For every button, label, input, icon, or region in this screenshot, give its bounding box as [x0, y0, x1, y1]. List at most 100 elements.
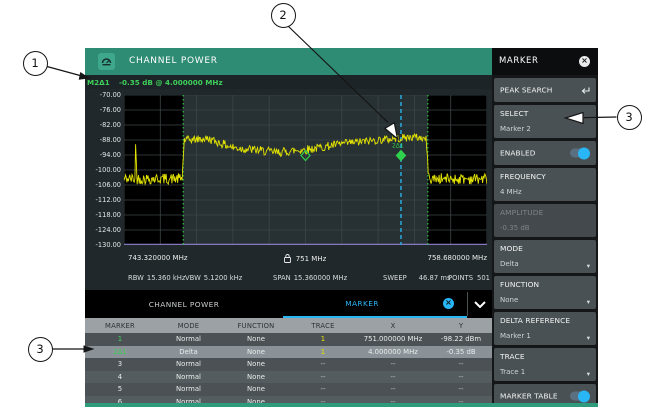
cell-mode: Normal	[155, 396, 222, 404]
marker-readout-id: M2Δ1	[87, 78, 110, 87]
marker-table-row[interactable]: 3NormalNone------	[85, 358, 492, 371]
y-axis-tick-label: -124.00	[85, 226, 121, 234]
callout-3-right-badge: 3	[617, 105, 642, 130]
cell-marker: 4	[85, 371, 155, 384]
y-axis-tick-label: -94.00	[85, 151, 121, 159]
callout-1-badge: 1	[23, 51, 48, 76]
y-axis-tick-label: -82.00	[85, 121, 121, 129]
measurement-area: CHANNEL POWER M2Δ1 -0.35 dB @ 4.000000 M…	[85, 48, 492, 407]
cell-x: --	[356, 396, 430, 404]
cell-y: --	[430, 371, 492, 384]
enabled-toggle[interactable]	[570, 149, 589, 158]
tab-marker-label: MARKER	[345, 299, 379, 308]
chevron-down-icon: ▾	[587, 334, 590, 342]
enter-icon	[580, 81, 590, 100]
cell-y: --	[430, 358, 492, 371]
spectrum-trace-canvas[interactable]: 2Δ1	[124, 95, 487, 245]
panel-button-trace[interactable]: TRACETrace 1▾	[494, 348, 596, 381]
column-header-y: Y	[430, 318, 492, 333]
panel-button-mode-label: MODE	[500, 244, 523, 253]
cell-mode: Normal	[155, 371, 222, 384]
tab-channel-power[interactable]: CHANNEL POWER	[85, 290, 283, 318]
cell-marker: 5	[85, 383, 155, 396]
panel-button-delta-reference-value: Marker 1	[500, 332, 531, 340]
cell-marker: 1	[85, 333, 155, 346]
panel-button-amplitude-label: AMPLITUDE	[500, 208, 543, 217]
stop-frequency-label: 758.680000 MHz	[427, 254, 487, 262]
marker-table-row[interactable]: 6NormalNone------	[85, 396, 492, 404]
panel-button-frequency-value: 4 MHz	[500, 188, 522, 196]
cell-marker: 6	[85, 396, 155, 404]
cell-function: None	[222, 346, 290, 359]
cell-trace: --	[290, 383, 356, 396]
chevron-down-icon: ▾	[587, 262, 590, 270]
y-axis-tick-label: -76.00	[85, 106, 121, 114]
panel-button-select-value: Marker 2	[500, 125, 531, 133]
panel-button-peak-search-label: PEAK SEARCH	[500, 86, 552, 95]
collapse-panel-button[interactable]	[468, 290, 492, 318]
cell-y: -98.22 dBm	[430, 333, 492, 346]
cell-x: --	[356, 358, 430, 371]
panel-button-enabled[interactable]: ENABLED	[494, 141, 596, 165]
lock-icon	[284, 254, 291, 263]
panel-close-icon[interactable]: ×	[579, 56, 590, 67]
cell-mode: Normal	[155, 358, 222, 371]
cell-marker: 2Δ1	[85, 346, 155, 359]
cell-trace: --	[290, 371, 356, 384]
frequency-axis: 743.320000 MHz 751 MHz 758.680000 MHz	[85, 250, 492, 267]
tab-marker-close-icon[interactable]: ×	[443, 298, 454, 309]
cell-function: None	[222, 333, 290, 346]
start-frequency-label: 743.320000 MHz	[128, 254, 188, 262]
panel-button-amplitude: AMPLITUDE-0.35 dB	[494, 204, 596, 237]
cell-function: None	[222, 371, 290, 384]
tab-marker[interactable]: MARKER ×	[283, 290, 467, 318]
y-axis-tick-label: -130.00	[85, 241, 121, 249]
chevron-down-icon: ▾	[587, 298, 590, 306]
panel-button-function[interactable]: FUNCTION None ▾	[494, 276, 596, 309]
marker-table-row[interactable]: 5NormalNone------	[85, 383, 492, 396]
cell-y: --	[430, 396, 492, 404]
panel-button-function-value: None	[500, 296, 518, 304]
cell-x: 4.000000 MHz	[356, 346, 430, 359]
measurement-app-icon[interactable]	[98, 53, 115, 70]
marker-settings-panel: MARKER × PEAK SEARCH SELECTMarker 2 ENABLE…	[492, 48, 598, 407]
panel-button-trace-label: TRACE	[500, 352, 525, 361]
setting-sweep: SWEEP46.87 ms	[383, 274, 451, 282]
panel-button-function-label: FUNCTION	[500, 280, 539, 289]
panel-header: MARKER ×	[492, 48, 598, 75]
cell-mode: Normal	[155, 333, 222, 346]
cell-mode: Delta	[155, 346, 222, 359]
y-axis-tick-label: -112.00	[85, 196, 121, 204]
marker-table: MARKERMODEFUNCTIONTRACEXY1NormalNone1751…	[85, 318, 492, 403]
column-header-marker: MARKER	[85, 318, 155, 333]
cell-mode: Normal	[155, 383, 222, 396]
measurement-tab-bar: CHANNEL POWER MARKER ×	[85, 290, 492, 318]
callout-3-bottom-badge: 3	[28, 337, 53, 362]
cell-y: --	[430, 383, 492, 396]
y-axis-tick-label: -100.00	[85, 166, 121, 174]
panel-button-frequency[interactable]: FREQUENCY4 MHz	[494, 168, 596, 201]
cell-y: -0.35 dB	[430, 346, 492, 359]
marker-table-row[interactable]: 2Δ1DeltaNone14.000000 MHz-0.35 dB	[85, 346, 492, 359]
panel-button-delta-reference[interactable]: DELTA REFERENCEMarker 1▾	[494, 312, 596, 345]
panel-button-mode-value: Delta	[500, 260, 519, 268]
bottom-accent-bar	[85, 403, 598, 407]
panel-button-marker-table-label: MARKER TABLE	[500, 392, 558, 401]
column-header-trace: TRACE	[290, 318, 356, 333]
column-header-x: X	[356, 318, 430, 333]
cell-x: 751.000000 MHz	[356, 333, 430, 346]
panel-button-mode[interactable]: MODE Delta ▾	[494, 240, 596, 273]
panel-button-peak-search[interactable]: PEAK SEARCH	[494, 78, 596, 102]
column-header-function: FUNCTION	[222, 318, 290, 333]
marker-table-toggle[interactable]	[570, 392, 589, 401]
panel-button-select[interactable]: SELECTMarker 2	[494, 105, 596, 138]
marker-table-row[interactable]: 1NormalNone1751.000000 MHz-98.22 dBm	[85, 333, 492, 346]
app-header: CHANNEL POWER	[85, 48, 492, 75]
sweep-settings-bar: RBW15.360 kHzVBW5.1200 kHzSPAN15.360000 …	[85, 267, 492, 290]
setting-span: SPAN15.360000 MHz	[273, 274, 347, 282]
marker-readout-bar: M2Δ1 -0.35 dB @ 4.000000 MHz	[85, 75, 492, 89]
marker-table-row[interactable]: 4NormalNone------	[85, 371, 492, 384]
callout-2-badge: 2	[271, 3, 296, 28]
panel-buttons: PEAK SEARCH SELECTMarker 2 ENABLED FREQUENC…	[492, 78, 598, 407]
y-axis-tick-label: -118.00	[85, 211, 121, 219]
